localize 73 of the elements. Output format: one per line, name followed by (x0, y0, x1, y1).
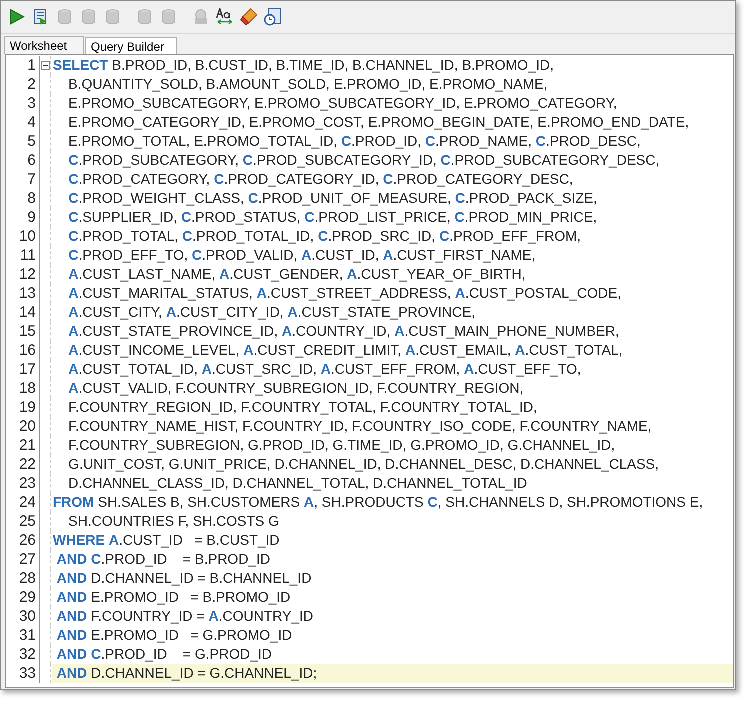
line-number: 22 (6, 455, 40, 474)
line-number: 12 (6, 265, 40, 284)
eraser-button[interactable] (239, 7, 259, 27)
code-line: A.CUST_TOTAL_ID, A.CUST_SRC_ID, A.CUST_EFF_FROM, A.CUST_EFF_TO, (68, 360, 582, 379)
code-line: A.CUST_CITY, A.CUST_CITY_ID, A.CUST_STATE_PROVINCE, (68, 303, 476, 322)
line-number: 32 (6, 645, 40, 664)
code-line: A.CUST_INCOME_LEVEL, A.CUST_CREDIT_LIMIT, A.CUST_EMAIL, A.CUST_TOTAL, (68, 341, 624, 360)
line-number: 30 (6, 607, 40, 626)
line-number: 21 (6, 436, 40, 455)
code-line: AND E.PROMO_ID = B.PROMO_ID (56, 588, 292, 607)
line-number: 3 (6, 94, 40, 113)
code-line: WHERE A.CUST_ID = B.CUST_ID (53, 531, 281, 550)
code-line: G.UNIT_COST, G.UNIT_PRICE, D.CHANNEL_ID, D.CHANNEL_DESC, D.CHANNEL_CLASS, (68, 455, 660, 474)
line-number: 8 (6, 189, 40, 208)
code-line: AND C.PROD_ID = G.PROD_ID (56, 645, 274, 664)
line-number: 6 (6, 151, 40, 170)
code-line: AND D.CHANNEL_ID = G.CHANNEL_ID; (56, 664, 318, 683)
code-line: A.CUST_LAST_NAME, A.CUST_GENDER, A.CUST_YEAR_OF_BIRTH, (68, 265, 527, 284)
code-line: A.CUST_STATE_PROVINCE_ID, A.COUNTRY_ID, A.CUST_MAIN_PHONE_NUMBER, (68, 322, 620, 341)
clock-button[interactable] (263, 7, 283, 27)
code-line: AND F.COUNTRY_ID = A.COUNTRY_ID (56, 607, 315, 626)
line-number: 31 (6, 626, 40, 645)
line-number: 14 (6, 303, 40, 322)
code-line: C.PROD_SUBCATEGORY, C.PROD_SUBCATEGORY_ID, C.PROD_SUBCATEGORY_DESC, (68, 151, 661, 170)
line-number: 7 (6, 170, 40, 189)
code-line: F.COUNTRY_SUBREGION, G.PROD_ID, G.TIME_ID, G.PROMO_ID, G.CHANNEL_ID, (68, 436, 616, 455)
line-number: 26 (6, 531, 40, 550)
code-line: C.PROD_EFF_TO, C.PROD_VALID, A.CUST_ID, A.CUST_FIRST_NAME, (68, 246, 537, 265)
line-number: 10 (6, 227, 40, 246)
line-number: 5 (6, 132, 40, 151)
editor-tab[interactable]: Query Builder (85, 37, 177, 54)
code-line: SH.COUNTRIES F, SH.COSTS G (68, 512, 280, 531)
line-number: 23 (6, 474, 40, 493)
code-line: D.CHANNEL_CLASS_ID, D.CHANNEL_TOTAL, D.CHANNEL_TOTAL_ID (68, 474, 528, 493)
line-number: 9 (6, 208, 40, 227)
line-number: 4 (6, 113, 40, 132)
line-number: 16 (6, 341, 40, 360)
line-number: 13 (6, 284, 40, 303)
code-line: E.PROMO_TOTAL, E.PROMO_TOTAL_ID, C.PROD_ID, C.PROD_NAME, C.PROD_DESC, (68, 132, 642, 151)
line-number: 18 (6, 379, 40, 398)
line-number: 25 (6, 512, 40, 531)
line-number: 11 (6, 246, 40, 265)
code-line: B.QUANTITY_SOLD, B.AMOUNT_SOLD, E.PROMO_ID, E.PROMO_NAME, (68, 75, 549, 94)
line-number: 1 (6, 56, 40, 75)
code-line: AND E.PROMO_ID = G.PROMO_ID (56, 626, 294, 645)
line-number: 17 (6, 360, 40, 379)
collapse-icon[interactable] (40, 61, 50, 70)
code-line: E.PROMO_CATEGORY_ID, E.PROMO_COST, E.PROMO_BEGIN_DATE, E.PROMO_END_DATE, (68, 113, 690, 132)
code-line: C.PROD_WEIGHT_CLASS, C.PROD_UNIT_OF_MEASURE, C.PROD_PACK_SIZE, (68, 189, 598, 208)
code-line: F.COUNTRY_REGION_ID, F.COUNTRY_TOTAL, F.COUNTRY_TOTAL_ID, (68, 398, 538, 417)
code-line: A.CUST_MARITAL_STATUS, A.CUST_STREET_ADDRESS, A.CUST_POSTAL_CODE, (68, 284, 622, 303)
code-line: F.COUNTRY_NAME_HIST, F.COUNTRY_ID, F.COUNTRY_ISO_CODE, F.COUNTRY_NAME, (68, 417, 653, 436)
font-button[interactable] (215, 7, 235, 27)
code-line: FROM SH.SALES B, SH.CUSTOMERS A, SH.PRODUCTS C, SH.CHANNELS D, SH.PROMOTIONS E, (53, 493, 704, 512)
line-number: 28 (6, 569, 40, 588)
code-line: C.SUPPLIER_ID, C.PROD_STATUS, C.PROD_LIST_PRICE, C.PROD_MIN_PRICE, (68, 208, 598, 227)
code-line: AND D.CHANNEL_ID = B.CHANNEL_ID (56, 569, 313, 588)
code-line: C.PROD_CATEGORY, C.PROD_CATEGORY_ID, C.PROD_CATEGORY_DESC, (68, 170, 574, 189)
line-number: 33 (6, 664, 40, 683)
code-editor[interactable] (5, 54, 734, 688)
line-number: 20 (6, 417, 40, 436)
code-line: SELECT B.PROD_ID, B.CUST_ID, B.TIME_ID, B.CHANNEL_ID, B.PROMO_ID, (53, 56, 555, 75)
line-number: 24 (6, 493, 40, 512)
editor-tab[interactable]: Worksheet (4, 36, 84, 54)
code-line: AND C.PROD_ID = B.PROD_ID (56, 550, 272, 569)
line-number: 29 (6, 588, 40, 607)
code-line: C.PROD_TOTAL, C.PROD_TOTAL_ID, C.PROD_SRC_ID, C.PROD_EFF_FROM, (68, 227, 582, 246)
line-number: 15 (6, 322, 40, 341)
line-number: 27 (6, 550, 40, 569)
line-number: 19 (6, 398, 40, 417)
line-number: 2 (6, 75, 40, 94)
code-line: E.PROMO_SUBCATEGORY, E.PROMO_SUBCATEGORY_ID, E.PROMO_CATEGORY, (68, 94, 618, 113)
code-line: A.CUST_VALID, F.COUNTRY_SUBREGION_ID, F.COUNTRY_REGION, (68, 379, 525, 398)
